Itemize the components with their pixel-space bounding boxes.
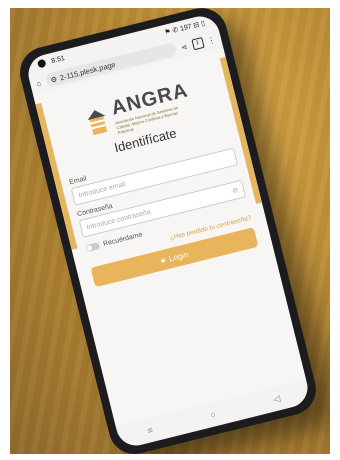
remember-toggle[interactable] (85, 242, 101, 253)
recent-apps-icon[interactable]: ≡ (146, 425, 154, 436)
share-icon[interactable]: ⋖ (180, 41, 188, 51)
tabs-button[interactable]: 1 (190, 36, 205, 50)
home-button-icon[interactable]: ○ (209, 409, 217, 420)
eye-slash-icon[interactable]: ⊘ (231, 186, 239, 195)
site-info-icon[interactable]: ⚙ (49, 74, 58, 84)
back-icon[interactable]: ◁ (272, 393, 281, 405)
logo-icon (87, 110, 108, 136)
home-icon[interactable]: ⌂ (35, 78, 42, 88)
camera-hole (36, 58, 47, 69)
login-button-label: Login (167, 249, 190, 263)
lock-icon: 🔒︎ (159, 254, 167, 265)
menu-icon[interactable]: ⋮ (207, 35, 216, 46)
status-time: 8:51 (50, 54, 66, 65)
photo: 8:51 ⚑ ✆ 197 ⊟ ▯ ⌂ ⚙ 2-115.plesk.page ⋖ … (10, 8, 330, 454)
email-placeholder: Introduce email (77, 180, 127, 199)
